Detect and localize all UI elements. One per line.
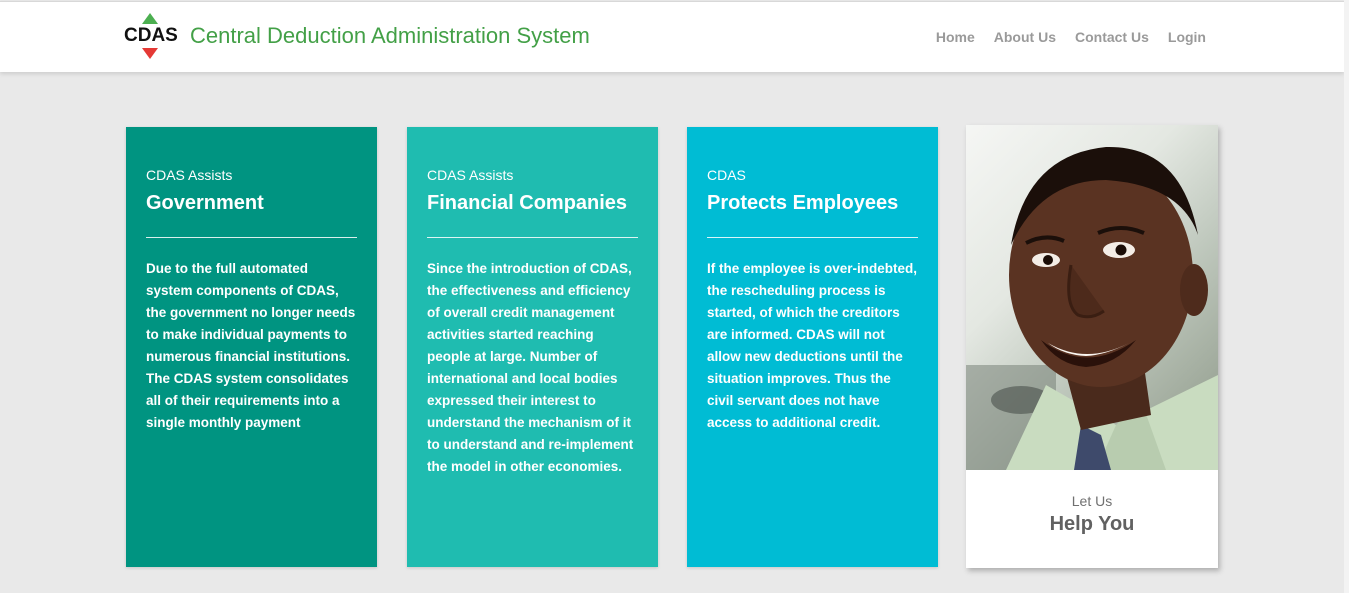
card-divider: [146, 237, 357, 238]
card-divider: [707, 237, 918, 238]
card-kicker: CDAS Assists: [427, 167, 514, 183]
help-kicker: Let Us: [1071, 493, 1113, 509]
nav-contact-us[interactable]: Contact Us: [1075, 29, 1149, 45]
card-government: CDAS Assists Government Due to the full …: [126, 127, 377, 567]
logo-down-arrow-icon: [142, 48, 158, 59]
scrollbar[interactable]: [1344, 0, 1349, 593]
smiling-man-photo: [966, 125, 1218, 470]
help-you-card[interactable]: Let Us Help You: [966, 125, 1218, 568]
card-divider: [427, 237, 638, 238]
cdas-logo[interactable]: CDAS: [123, 13, 178, 61]
card-kicker: CDAS: [707, 167, 746, 183]
help-title[interactable]: Help You: [966, 513, 1218, 536]
card-body: Due to the full automated system compone…: [146, 261, 356, 430]
card-financial-companies: CDAS Assists Financial Companies Since t…: [407, 127, 658, 567]
card-protects-employees: CDAS Protects Employees If the employee …: [687, 127, 938, 567]
logo-text: CDAS: [124, 25, 178, 46]
site-header: CDAS Central Deduction Administration Sy…: [0, 1, 1344, 72]
nav-home[interactable]: Home: [936, 29, 975, 45]
nav-login[interactable]: Login: [1168, 29, 1206, 45]
nav-about-us[interactable]: About Us: [994, 29, 1056, 45]
card-body: Since the introduction of CDAS, the effe…: [427, 261, 634, 474]
card-heading: Government: [146, 192, 264, 214]
card-heading: Financial Companies: [427, 192, 628, 214]
card-body: If the employee is over-indebted, the re…: [707, 261, 918, 430]
site-title[interactable]: Central Deduction Administration System: [190, 23, 590, 49]
card-heading: Protects Employees: [707, 192, 899, 214]
portrait-illustration: [966, 146, 1218, 470]
main-nav: Home About Us Contact Us Login: [936, 29, 1206, 45]
logo-up-arrow-icon: [142, 13, 158, 24]
card-kicker: CDAS Assists: [146, 167, 233, 183]
